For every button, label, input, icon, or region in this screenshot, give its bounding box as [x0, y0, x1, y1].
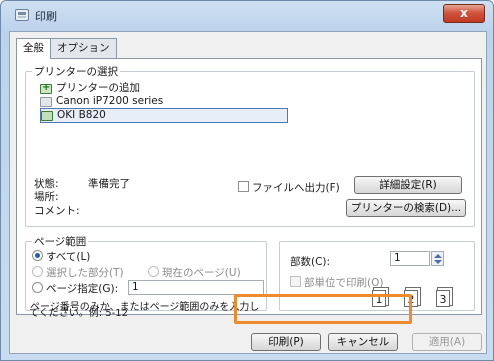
printer-item-label: OKI B820	[57, 109, 106, 121]
collate-page-front: 1	[372, 290, 386, 307]
page-range-input[interactable]: 1	[128, 280, 264, 295]
range-selection-radio	[32, 266, 43, 277]
printer-ok-icon	[41, 110, 53, 121]
printer-icon	[40, 96, 52, 107]
range-all-radio[interactable]	[32, 250, 43, 261]
print-button[interactable]: 印刷(P)	[251, 333, 321, 351]
range-pages-label: ページ指定(G):	[46, 283, 119, 295]
printer-item-label: プリンターの追加	[56, 82, 140, 94]
printer-item-oki[interactable]: OKI B820	[40, 108, 288, 123]
page-range-label: ページ範囲	[32, 234, 89, 249]
preferences-button[interactable]: 詳細設定(R)	[354, 176, 462, 194]
page-range-hint-line2: てください。例: 5-12	[29, 308, 128, 319]
print-to-file-label: ファイルへ出力(F)	[252, 182, 340, 194]
print-dialog: 印刷 x 全般 オプション プリンターの選択 プリンターの追加 Canon iP…	[0, 0, 494, 361]
tab-strip: 全般 オプション	[16, 38, 117, 59]
find-printer-button[interactable]: プリンターの検索(D)...	[346, 199, 466, 217]
spin-up-icon	[434, 254, 442, 258]
printer-item-canon[interactable]: Canon iP7200 series	[40, 95, 290, 108]
collate-checkbox	[290, 276, 301, 287]
title-bar: 印刷 x	[1, 1, 493, 31]
collate-page-front: 3	[436, 290, 450, 307]
copies-input[interactable]: 1	[390, 251, 430, 266]
dialog-client-area: 全般 オプション プリンターの選択 プリンターの追加 Canon iP7200 …	[9, 31, 487, 354]
copies-label: 部数(C):	[290, 256, 331, 268]
range-current-radio	[148, 266, 159, 277]
apply-button: 適用(A)	[412, 333, 482, 351]
page-range-group: ページ範囲 すべて(L) 選択した部分(T) 現在のページ(U) ページ指定(G…	[25, 234, 267, 313]
copies-group: 部数(C): 1 部単位で印刷(O) 1 2 3	[279, 241, 475, 311]
printer-item-label: Canon iP7200 series	[56, 95, 164, 107]
printer-select-group: プリンターの選択 プリンターの追加 Canon iP7200 series OK…	[25, 64, 475, 227]
copies-spinner[interactable]	[431, 251, 444, 266]
cancel-button[interactable]: キャンセル	[328, 333, 398, 351]
tab-general[interactable]: 全般	[16, 38, 51, 59]
collate-preview: 1 2 3	[370, 286, 470, 316]
comment-label: コメント:	[34, 205, 80, 217]
general-panel: プリンターの選択 プリンターの追加 Canon iP7200 series OK…	[16, 58, 482, 319]
window-title: 印刷	[35, 10, 57, 23]
add-printer-icon	[40, 81, 52, 94]
range-selection-label: 選択した部分(T)	[46, 267, 124, 279]
printer-select-label: プリンターの選択	[32, 64, 120, 79]
close-button[interactable]: x	[443, 4, 485, 23]
range-pages-radio[interactable]	[32, 282, 43, 293]
status-value: 準備完了	[88, 178, 130, 190]
printer-list[interactable]: プリンターの追加 Canon iP7200 series OKI B820	[40, 81, 290, 123]
printer-title-icon	[15, 9, 29, 21]
location-label: 場所:	[34, 191, 59, 203]
tab-options[interactable]: オプション	[50, 38, 117, 58]
range-all-label: すべて(L)	[46, 251, 91, 263]
printer-item-add[interactable]: プリンターの追加	[40, 81, 290, 95]
print-to-file-checkbox[interactable]	[238, 181, 249, 192]
spin-down-icon	[434, 260, 442, 264]
range-current-label: 現在のページ(U)	[162, 267, 241, 279]
collate-page-front: 2	[404, 290, 418, 307]
